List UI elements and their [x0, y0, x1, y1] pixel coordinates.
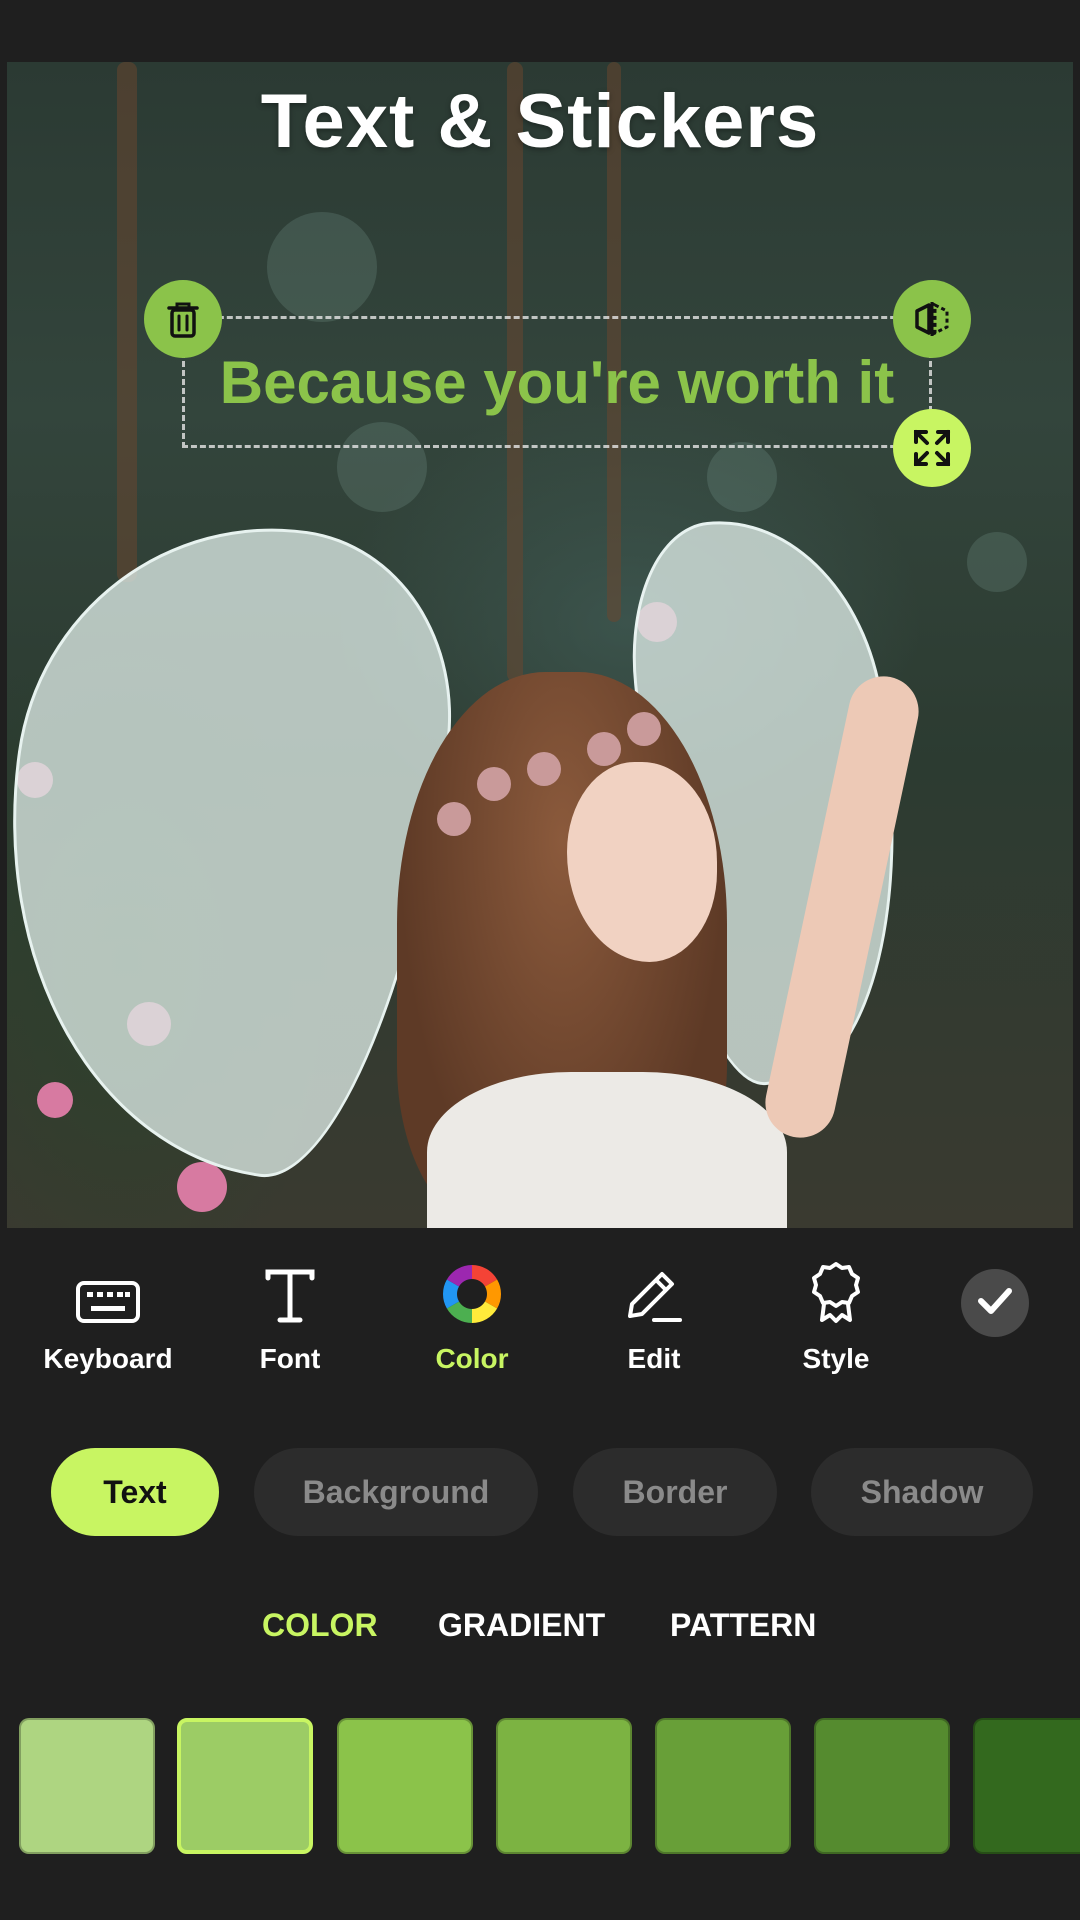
pink-flower	[177, 1162, 227, 1212]
confirm-button[interactable]	[961, 1269, 1029, 1337]
tool-font[interactable]: Font	[215, 1265, 365, 1375]
color-wheel-icon	[442, 1264, 502, 1329]
tool-label: Style	[802, 1343, 870, 1374]
flower-crown	[527, 752, 561, 786]
subtab-pattern[interactable]: PATTERN	[670, 1607, 816, 1644]
pencil-icon	[622, 1264, 686, 1329]
tool-label: Color	[435, 1343, 509, 1374]
trash-icon[interactable]	[144, 280, 222, 358]
text-sticker[interactable]: Because you're worth it	[182, 348, 932, 417]
flower-crown	[587, 732, 621, 766]
tool-label: Edit	[627, 1343, 681, 1374]
subtab-color[interactable]: COLOR	[262, 1607, 378, 1644]
pink-flower	[37, 1082, 73, 1118]
subtab-gradient[interactable]: GRADIENT	[438, 1607, 605, 1644]
tab-background[interactable]: Background	[254, 1448, 538, 1536]
expand-icon[interactable]	[893, 409, 971, 487]
flower-crown	[437, 802, 471, 836]
font-icon	[262, 1268, 318, 1329]
tool-style[interactable]: Style	[761, 1262, 911, 1375]
bokeh-light	[267, 212, 377, 322]
bokeh-light	[967, 532, 1027, 592]
tab-shadow[interactable]: Shadow	[811, 1448, 1033, 1536]
subject-dress	[427, 1072, 787, 1228]
color-swatch[interactable]	[337, 1718, 473, 1854]
bokeh-light	[707, 442, 777, 512]
color-swatch[interactable]	[655, 1718, 791, 1854]
badge-icon	[808, 1260, 864, 1329]
tool-color[interactable]: Color	[397, 1265, 547, 1375]
color-swatch[interactable]	[177, 1718, 313, 1854]
photo-canvas[interactable]	[7, 62, 1073, 1228]
keyboard-icon	[75, 1280, 141, 1329]
tool-label: Font	[259, 1343, 321, 1374]
color-swatch-list[interactable]	[0, 1716, 1080, 1860]
flip-icon[interactable]	[893, 280, 971, 358]
check-icon	[977, 1286, 1013, 1321]
tab-border[interactable]: Border	[573, 1448, 777, 1536]
color-swatch[interactable]	[814, 1718, 950, 1854]
color-swatch[interactable]	[19, 1718, 155, 1854]
tool-label: Keyboard	[43, 1343, 173, 1374]
flower-crown	[477, 767, 511, 801]
tab-text[interactable]: Text	[51, 1448, 219, 1536]
tool-keyboard[interactable]: Keyboard	[33, 1265, 183, 1375]
page-title: Text & Stickers	[260, 79, 820, 164]
color-swatch[interactable]	[973, 1718, 1080, 1854]
flower-crown	[627, 712, 661, 746]
color-swatch[interactable]	[496, 1718, 632, 1854]
tool-edit[interactable]: Edit	[579, 1265, 729, 1375]
